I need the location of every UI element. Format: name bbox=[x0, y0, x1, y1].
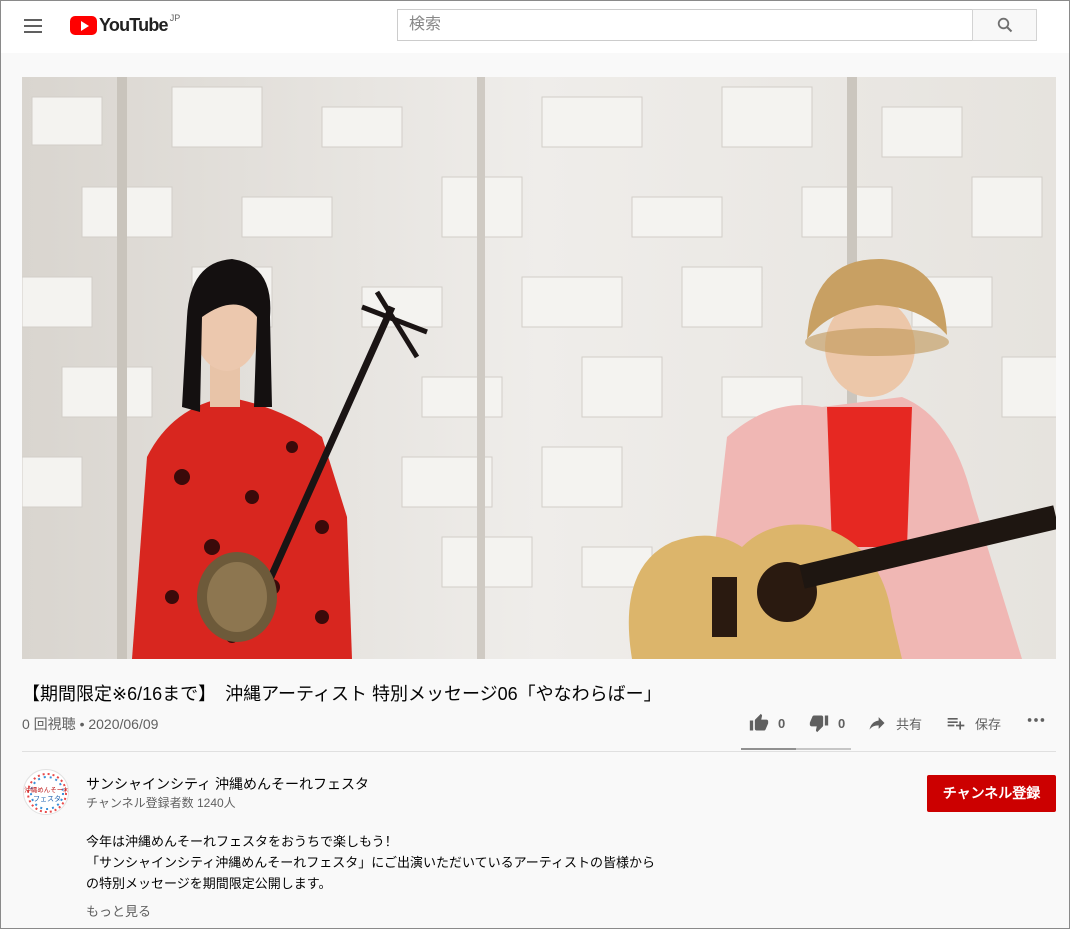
dislike-button[interactable]: 0 bbox=[809, 713, 845, 733]
save-label: 保存 bbox=[975, 716, 1002, 732]
playlist-add-icon bbox=[947, 718, 965, 730]
youtube-logo[interactable]: YouTube JP bbox=[70, 13, 181, 36]
more-actions-button[interactable] bbox=[1025, 709, 1056, 731]
video-title: 【期間限定※6/16まで】 沖縄アーティスト 特別メッセージ06「やなわらばー」 bbox=[22, 684, 662, 704]
channel-name[interactable]: サンシャインシティ 沖縄めんそーれフェスタ bbox=[86, 774, 369, 794]
show-more-button[interactable]: もっと見る bbox=[86, 901, 151, 920]
more-horiz-icon bbox=[1027, 718, 1045, 722]
view-count-date: 0 回視聴 • 2020/06/09 bbox=[22, 716, 159, 732]
share-button[interactable]: 共有 bbox=[867, 713, 922, 733]
thumbs-up-icon bbox=[749, 713, 769, 731]
avatar-text-top: 沖縄めんそーれ bbox=[24, 785, 69, 794]
masthead: YouTube JP 検索 bbox=[1, 1, 1069, 53]
search-icon bbox=[997, 17, 1013, 33]
video-player[interactable] bbox=[22, 77, 1056, 659]
channel-logo: 沖縄めんそーれ フェスタ bbox=[24, 771, 69, 814]
search-button[interactable] bbox=[972, 9, 1037, 41]
share-icon bbox=[869, 717, 885, 730]
logo-region: JP bbox=[169, 13, 181, 23]
like-count: 0 bbox=[778, 715, 786, 731]
video-frame bbox=[22, 77, 1056, 659]
like-button[interactable]: 0 bbox=[749, 713, 785, 733]
subscribe-button[interactable]: チャンネル登録 bbox=[927, 775, 1056, 812]
sentiment-bar bbox=[741, 748, 851, 750]
divider bbox=[22, 751, 1056, 752]
video-description: 今年は沖縄めんそーれフェスタをおうちで楽しもう！ 「サンシャインシティ沖縄めんそ… bbox=[86, 831, 655, 894]
search-input[interactable]: 検索 bbox=[397, 9, 973, 41]
share-label: 共有 bbox=[896, 716, 923, 732]
subscriber-count: チャンネル登録者数 1240人 bbox=[86, 796, 236, 810]
thumbs-down-icon bbox=[809, 715, 829, 733]
description-line: の特別メッセージを期間限定公開します。 bbox=[86, 876, 332, 891]
description-line: 「サンシャインシティ沖縄めんそーれフェスタ」にご出演いただいているアーティストの… bbox=[86, 855, 656, 870]
logo-text: YouTube bbox=[99, 15, 169, 35]
dislike-count: 0 bbox=[838, 715, 846, 731]
avatar-text-bottom: フェスタ bbox=[33, 794, 61, 803]
save-button[interactable]: 保存 bbox=[946, 713, 1001, 733]
channel-avatar[interactable]: 沖縄めんそーれ フェスタ bbox=[23, 769, 69, 815]
video-actions: 0 0 共有 保存 bbox=[741, 707, 1061, 751]
menu-icon[interactable] bbox=[17, 13, 51, 39]
play-icon bbox=[70, 16, 97, 35]
description-line: 今年は沖縄めんそーれフェスタをおうちで楽しもう！ bbox=[86, 834, 398, 849]
sentiment-like-fill bbox=[741, 748, 796, 750]
